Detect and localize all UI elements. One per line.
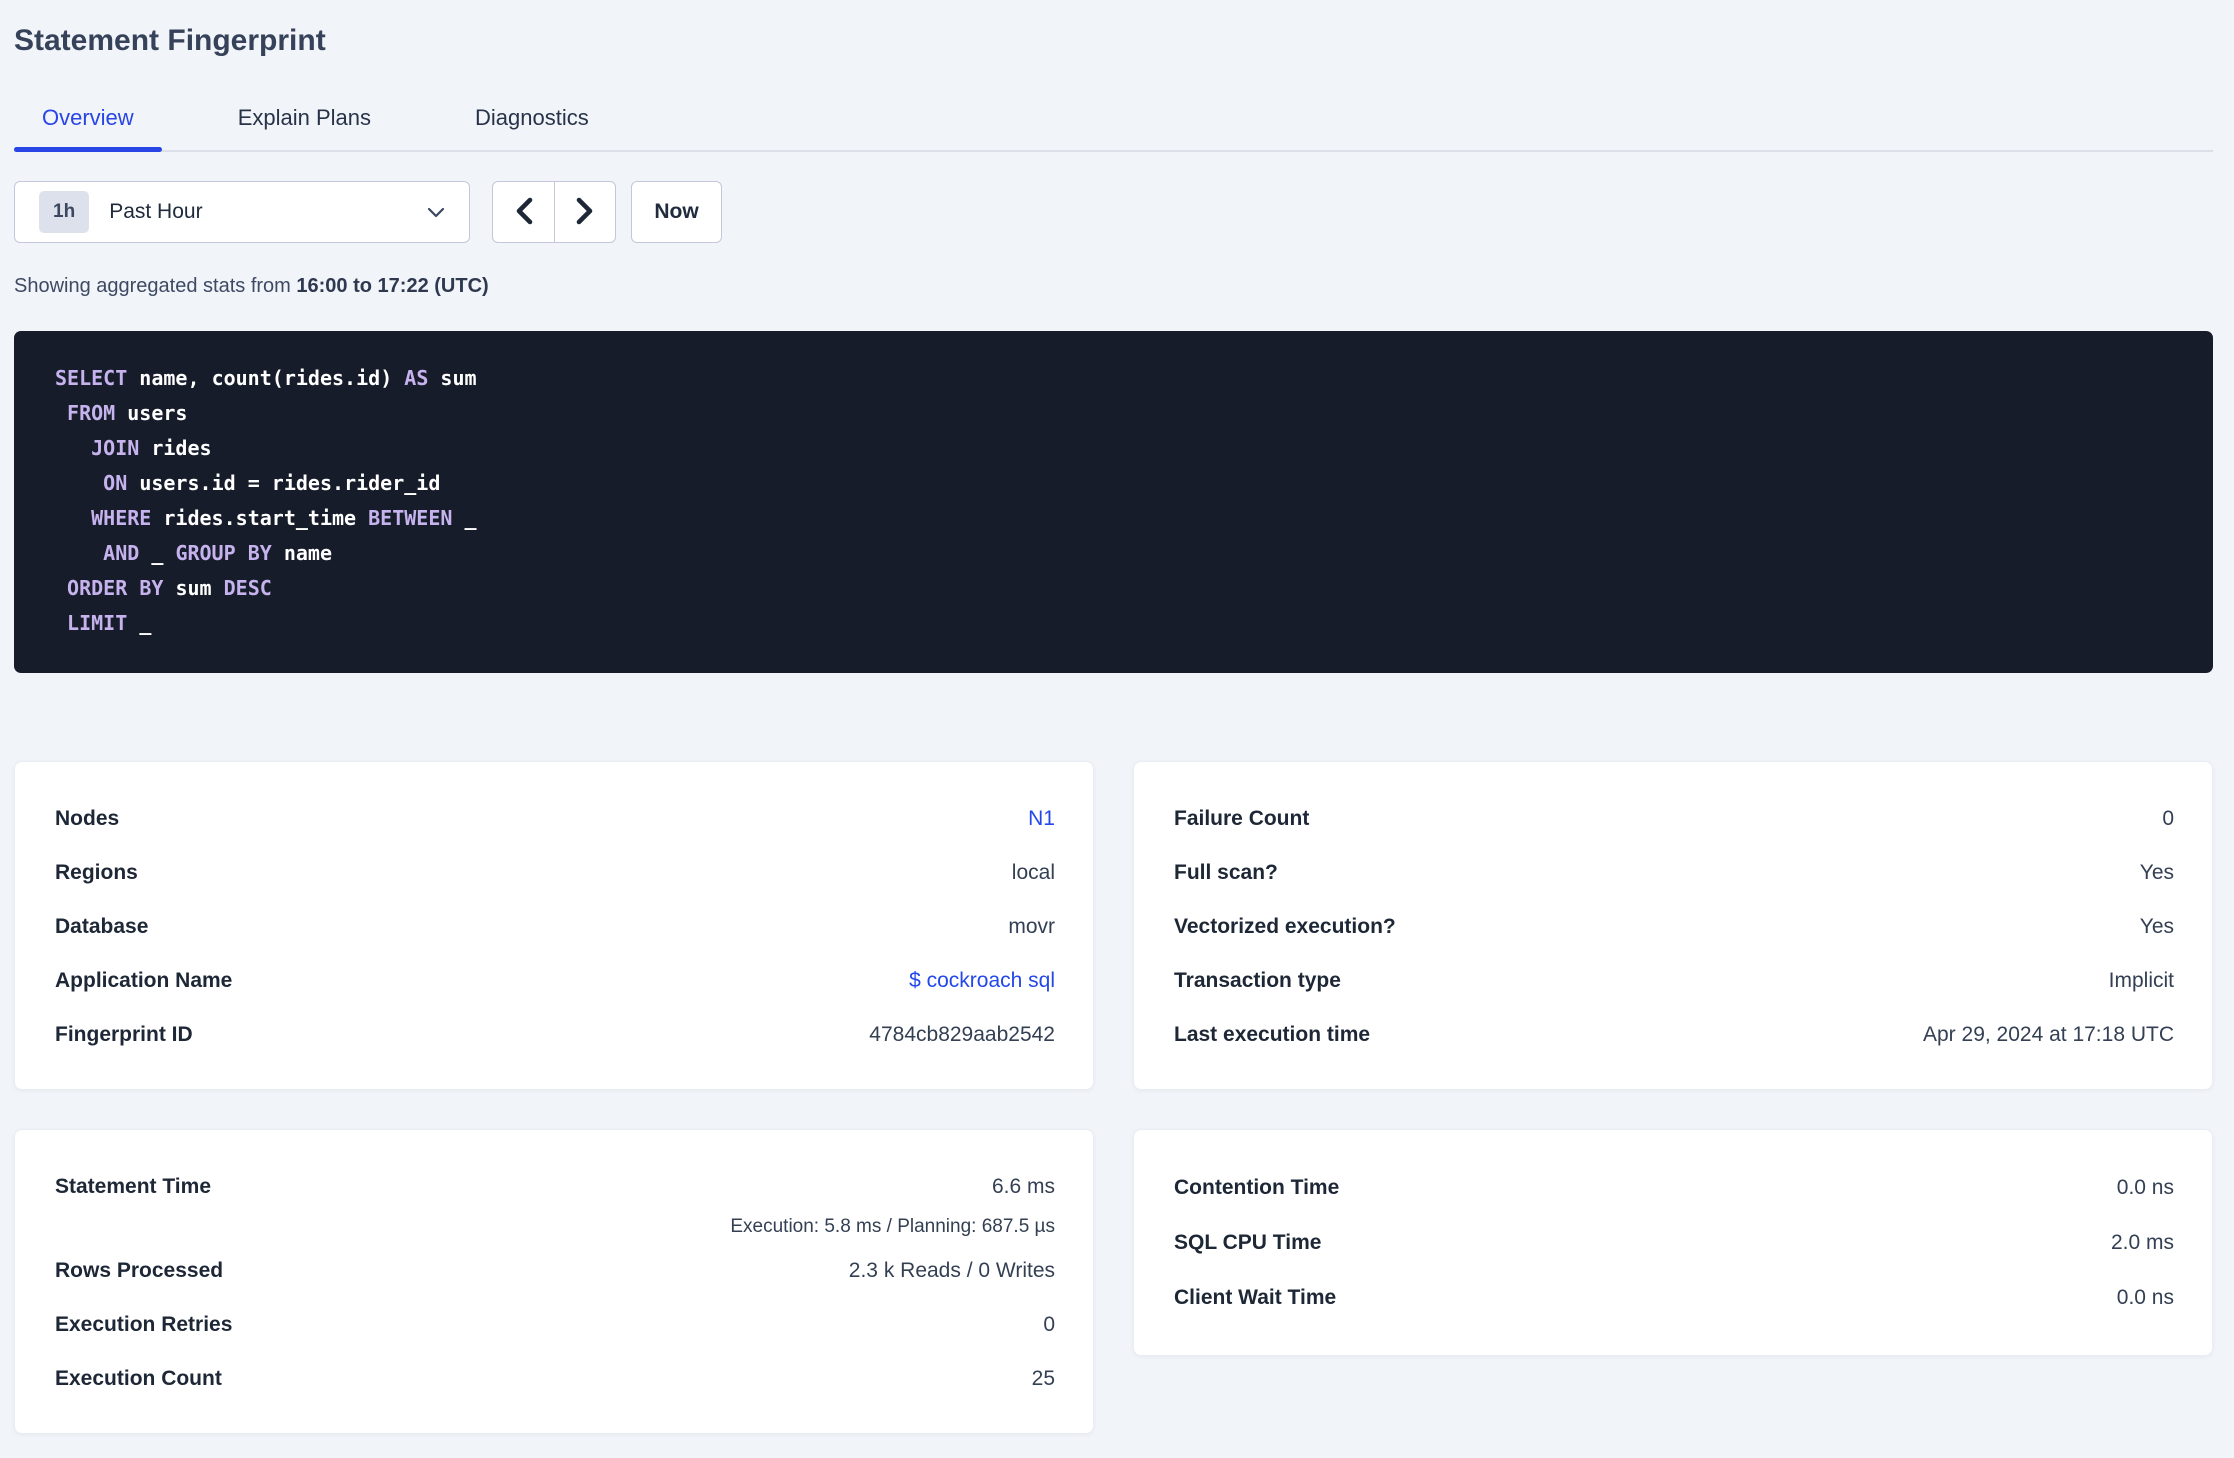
stat-value: Yes	[2139, 915, 2174, 938]
aggregation-summary-range: 16:00 to 17:22 (UTC)	[296, 275, 489, 297]
stat-row-rows-processed: Rows Processed 2.3 k Reads / 0 Writes	[55, 1244, 1055, 1298]
tab-overview[interactable]: Overview	[14, 93, 162, 152]
stat-row-vectorized: Vectorized execution? Yes	[1174, 900, 2174, 954]
wait-timing-card: Contention Time 0.0 ns SQL CPU Time 2.0 …	[1133, 1129, 2213, 1356]
stat-value: local	[1011, 861, 1055, 884]
stat-value: Implicit	[2108, 969, 2174, 992]
stat-row-last-execution-time: Last execution time Apr 29, 2024 at 17:1…	[1174, 1008, 2174, 1062]
stat-value: 0	[2162, 807, 2174, 830]
now-button[interactable]: Now	[631, 181, 722, 243]
tab-diagnostics[interactable]: Diagnostics	[447, 93, 617, 150]
stat-row-client-wait-time: Client Wait Time 0.0 ns	[1174, 1270, 2174, 1325]
stat-label: Statement Time	[55, 1175, 211, 1198]
nodes-link[interactable]: N1	[1028, 807, 1055, 831]
statement-details-card: Nodes N1 Regions local Database movr App…	[14, 761, 1094, 1090]
statement-fingerprint-page: Statement Fingerprint Overview Explain P…	[0, 0, 2234, 1434]
previous-time-button[interactable]	[493, 182, 554, 242]
stat-label: Full scan?	[1174, 861, 1278, 884]
stat-value: 25	[1031, 1367, 1055, 1390]
chevron-down-icon	[427, 207, 445, 218]
stat-row-statement-time: Statement Time 6.6 ms	[55, 1160, 1055, 1214]
stat-label: Execution Retries	[55, 1313, 233, 1336]
stat-row-execution-count: Execution Count 25	[55, 1352, 1055, 1406]
stat-label: Failure Count	[1174, 807, 1310, 830]
stat-row-nodes: Nodes N1	[55, 792, 1055, 846]
stat-label: Client Wait Time	[1174, 1285, 1337, 1309]
stat-value: 2.3 k Reads / 0 Writes	[848, 1259, 1055, 1282]
stat-row-transaction-type: Transaction type Implicit	[1174, 954, 2174, 1008]
time-range-dropdown[interactable]: 1h Past Hour	[14, 181, 470, 243]
timing-cards-row: Statement Time 6.6 ms Execution: 5.8 ms …	[14, 1129, 2213, 1434]
chevron-right-icon	[576, 197, 594, 228]
stat-row-failure-count: Failure Count 0	[1174, 792, 2174, 846]
sql-code: SELECT name, count(rides.id) AS sum FROM…	[55, 366, 477, 635]
statement-timing-card: Statement Time 6.6 ms Execution: 5.8 ms …	[14, 1129, 1094, 1434]
time-controls: 1h Past Hour Now	[14, 181, 2213, 243]
stat-value: Apr 29, 2024 at 17:18 UTC	[1923, 1023, 2174, 1046]
aggregation-summary-prefix: Showing aggregated stats from	[14, 275, 297, 297]
execution-attributes-card: Failure Count 0 Full scan? Yes Vectorize…	[1133, 761, 2213, 1090]
stat-label: Last execution time	[1174, 1023, 1371, 1046]
stat-row-application-name: Application Name $ cockroach sql	[55, 954, 1055, 1008]
next-time-button[interactable]	[554, 182, 615, 242]
sql-statement-box: SELECT name, count(rides.id) AS sum FROM…	[14, 331, 2213, 673]
stat-label: Transaction type	[1174, 969, 1341, 992]
time-step-button-group	[492, 181, 616, 243]
application-name-link[interactable]: $ cockroach sql	[909, 969, 1055, 993]
stat-label: Vectorized execution?	[1174, 915, 1396, 938]
aggregation-summary: Showing aggregated stats from 16:00 to 1…	[14, 273, 2213, 299]
stat-row-execution-retries: Execution Retries 0	[55, 1298, 1055, 1352]
stat-value: Yes	[2139, 861, 2174, 884]
tab-explain-plans[interactable]: Explain Plans	[210, 93, 399, 150]
chevron-left-icon	[515, 197, 533, 228]
stat-value: 0.0 ns	[2116, 1175, 2174, 1199]
stat-label: Execution Count	[55, 1367, 222, 1390]
stat-row-full-scan: Full scan? Yes	[1174, 846, 2174, 900]
stat-label: SQL CPU Time	[1174, 1230, 1322, 1254]
stat-label: Database	[55, 915, 149, 938]
tab-bar: Overview Explain Plans Diagnostics	[14, 93, 2213, 152]
time-range-badge: 1h	[39, 191, 90, 233]
stat-value: 6.6 ms	[991, 1175, 1055, 1198]
stat-row-database: Database movr	[55, 900, 1055, 954]
stat-label: Nodes	[55, 807, 120, 830]
stat-value: 2.0 ms	[2110, 1230, 2174, 1254]
stat-row-sql-cpu-time: SQL CPU Time 2.0 ms	[1174, 1215, 2174, 1270]
stat-value: movr	[1008, 915, 1055, 938]
stat-label: Fingerprint ID	[55, 1023, 193, 1046]
stat-label: Rows Processed	[55, 1259, 224, 1282]
statement-time-breakdown: Execution: 5.8 ms / Planning: 687.5 µs	[730, 1216, 1055, 1237]
stat-row-regions: Regions local	[55, 846, 1055, 900]
stat-row-fingerprint-id: Fingerprint ID 4784cb829aab2542	[55, 1008, 1055, 1062]
stat-label: Regions	[55, 861, 138, 884]
stat-value: 4784cb829aab2542	[869, 1023, 1055, 1046]
page-title: Statement Fingerprint	[14, 24, 326, 57]
stat-value: 0	[1043, 1313, 1055, 1336]
overview-cards-row: Nodes N1 Regions local Database movr App…	[14, 761, 2213, 1090]
stat-label: Application Name	[55, 969, 233, 992]
time-range-label: Past Hour	[109, 200, 203, 223]
stat-label: Contention Time	[1174, 1175, 1340, 1199]
stat-row-contention-time: Contention Time 0.0 ns	[1174, 1160, 2174, 1215]
stat-value: 0.0 ns	[2116, 1285, 2174, 1309]
